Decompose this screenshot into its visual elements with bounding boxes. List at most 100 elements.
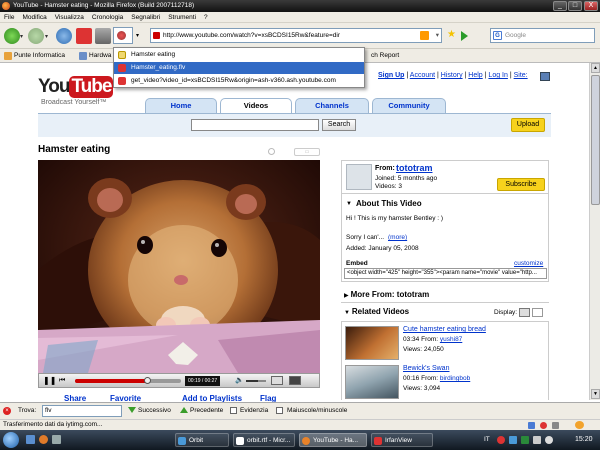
- menu-item-page[interactable]: Hamster eating: [114, 49, 364, 61]
- downloadhelper-button[interactable]: [113, 27, 133, 44]
- tab-channels[interactable]: Channels: [295, 98, 369, 113]
- rewind-icon[interactable]: ⏮: [59, 376, 69, 385]
- tray-icon[interactable]: [521, 436, 529, 444]
- youtube-search-input[interactable]: [191, 119, 319, 131]
- scroll-down-icon[interactable]: ▼: [591, 389, 600, 399]
- url-dropdown-icon[interactable]: ▾: [436, 29, 439, 42]
- menu-strumenti[interactable]: Strumenti: [164, 12, 200, 23]
- help-link[interactable]: Help: [468, 72, 482, 79]
- tab-videos[interactable]: Videos: [220, 98, 292, 113]
- taskbar-item[interactable]: IrfanView: [371, 433, 433, 447]
- related-user-link[interactable]: yushi87: [440, 336, 462, 343]
- bookmark-item[interactable]: Hardwa: [89, 49, 111, 63]
- collapse-arrow-icon[interactable]: ▼: [341, 310, 350, 316]
- tab-home[interactable]: Home: [145, 98, 217, 113]
- video-thumbnail[interactable]: [345, 326, 399, 360]
- menu-item-getvideo[interactable]: get_video?video_id=xsBCDSI15Rw&origin=as…: [114, 75, 364, 87]
- status-addon-icon[interactable]: [528, 422, 535, 429]
- menu-item-flv[interactable]: Hamster_eating.flv: [114, 62, 364, 74]
- quicklaunch-icon[interactable]: [39, 435, 48, 444]
- network-icon[interactable]: [533, 436, 541, 444]
- settings-icon[interactable]: [268, 148, 275, 155]
- list-view-icon[interactable]: [519, 308, 530, 317]
- more-link[interactable]: (more): [388, 234, 407, 241]
- site-link[interactable]: Site:: [514, 72, 528, 79]
- scroll-up-icon[interactable]: ▲: [591, 63, 600, 73]
- username-link[interactable]: tototram: [396, 163, 433, 173]
- player-size-icon[interactable]: ▭: [294, 148, 320, 156]
- url-bar[interactable]: http://www.youtube.com/watch?v=xsBCDSI15…: [150, 28, 442, 43]
- progress-knob[interactable]: [144, 377, 152, 384]
- search-input[interactable]: G Google: [490, 28, 595, 43]
- signup-link[interactable]: Sign Up: [378, 72, 404, 79]
- pause-icon[interactable]: ❚❚: [43, 376, 56, 385]
- go-icon[interactable]: [461, 31, 468, 41]
- collapse-arrow-icon[interactable]: ▼: [346, 201, 352, 207]
- status-addon-icon[interactable]: [540, 422, 547, 429]
- close-find-icon[interactable]: ×: [3, 407, 11, 415]
- back-dropdown-icon[interactable]: ▾: [20, 33, 23, 40]
- scroll-thumb[interactable]: [591, 75, 600, 205]
- progress-track[interactable]: [75, 377, 181, 384]
- menu-help[interactable]: ?: [200, 12, 212, 23]
- upload-button[interactable]: Upload: [511, 118, 545, 132]
- site-flag-icon[interactable]: [540, 72, 550, 81]
- highlight-checkbox[interactable]: [230, 407, 237, 414]
- tray-icon[interactable]: [509, 436, 517, 444]
- taskbar-item[interactable]: YouTube - Ha...: [299, 433, 367, 447]
- rss-feed-icon[interactable]: [420, 31, 429, 40]
- quicklaunch-icon[interactable]: [26, 435, 35, 444]
- back-arrow-icon[interactable]: [4, 28, 20, 44]
- maximize-button[interactable]: □: [568, 1, 582, 11]
- downloadhelper-dropdown-icon[interactable]: ▾: [136, 32, 139, 39]
- find-next-button[interactable]: Successivo: [138, 403, 171, 419]
- grid-view-icon[interactable]: [532, 308, 543, 317]
- find-prev-button[interactable]: Precedente: [190, 403, 223, 419]
- quicklaunch-icon[interactable]: [52, 435, 61, 444]
- tray-icon[interactable]: [497, 436, 505, 444]
- close-button[interactable]: X: [584, 1, 598, 11]
- stop-icon[interactable]: [76, 28, 92, 44]
- volume-tray-icon[interactable]: [545, 436, 553, 444]
- google-engine-icon[interactable]: G: [493, 31, 502, 40]
- history-link[interactable]: History: [441, 72, 463, 79]
- page-scrollbar[interactable]: ▲ ▼: [589, 63, 600, 400]
- tab-community[interactable]: Community: [372, 98, 446, 113]
- reload-icon[interactable]: [56, 28, 72, 44]
- minimize-button[interactable]: _: [553, 1, 567, 11]
- bookmark-star-icon[interactable]: ★: [447, 29, 457, 41]
- video-thumbnail[interactable]: [345, 365, 399, 399]
- home-icon[interactable]: [95, 28, 111, 44]
- related-video-item[interactable]: Cute hamster eating bread 03:34 From: yu…: [345, 326, 549, 362]
- taskbar-item[interactable]: Orbit Downloa...: [175, 433, 229, 447]
- start-button[interactable]: [3, 432, 19, 448]
- volume-track[interactable]: [246, 380, 266, 382]
- customize-link[interactable]: customize: [514, 260, 543, 267]
- find-input[interactable]: flv: [42, 405, 122, 417]
- bookmark-item[interactable]: Punte Informatica: [14, 49, 65, 63]
- related-title[interactable]: Cute hamster eating bread: [403, 326, 486, 333]
- match-case-checkbox[interactable]: [276, 407, 283, 414]
- related-user-link[interactable]: birdingbob: [440, 375, 470, 382]
- related-video-item[interactable]: Bewick's Swan 00:16 From: birdingbob Vie…: [345, 365, 549, 401]
- taskbar-item[interactable]: orbit.rtf - Micr...: [233, 433, 295, 447]
- embed-code-input[interactable]: <object width="425" height="355"><param …: [344, 268, 547, 279]
- avatar[interactable]: [346, 164, 372, 190]
- fullscreen-icon[interactable]: [289, 376, 301, 385]
- subscribe-button[interactable]: Subscribe: [497, 178, 545, 191]
- video-player[interactable]: [38, 160, 320, 373]
- menu-segnalibri[interactable]: Segnalibri: [127, 12, 164, 23]
- menu-cronologia[interactable]: Cronologia: [88, 12, 127, 23]
- screen-size-icon[interactable]: [271, 376, 283, 385]
- volume-icon[interactable]: 🔈: [235, 376, 244, 385]
- login-link[interactable]: Log In: [488, 72, 507, 79]
- bookmark-item[interactable]: ch Report: [371, 49, 399, 63]
- forward-dropdown-icon[interactable]: ▾: [45, 33, 48, 40]
- account-link[interactable]: Account: [410, 72, 435, 79]
- status-addon-icon[interactable]: [575, 421, 584, 429]
- language-indicator[interactable]: IT: [484, 436, 490, 443]
- status-addon-icon[interactable]: [552, 422, 559, 429]
- menu-visualizza[interactable]: Visualizza: [51, 12, 88, 23]
- menu-file[interactable]: File: [0, 12, 18, 23]
- related-title[interactable]: Bewick's Swan: [403, 365, 449, 372]
